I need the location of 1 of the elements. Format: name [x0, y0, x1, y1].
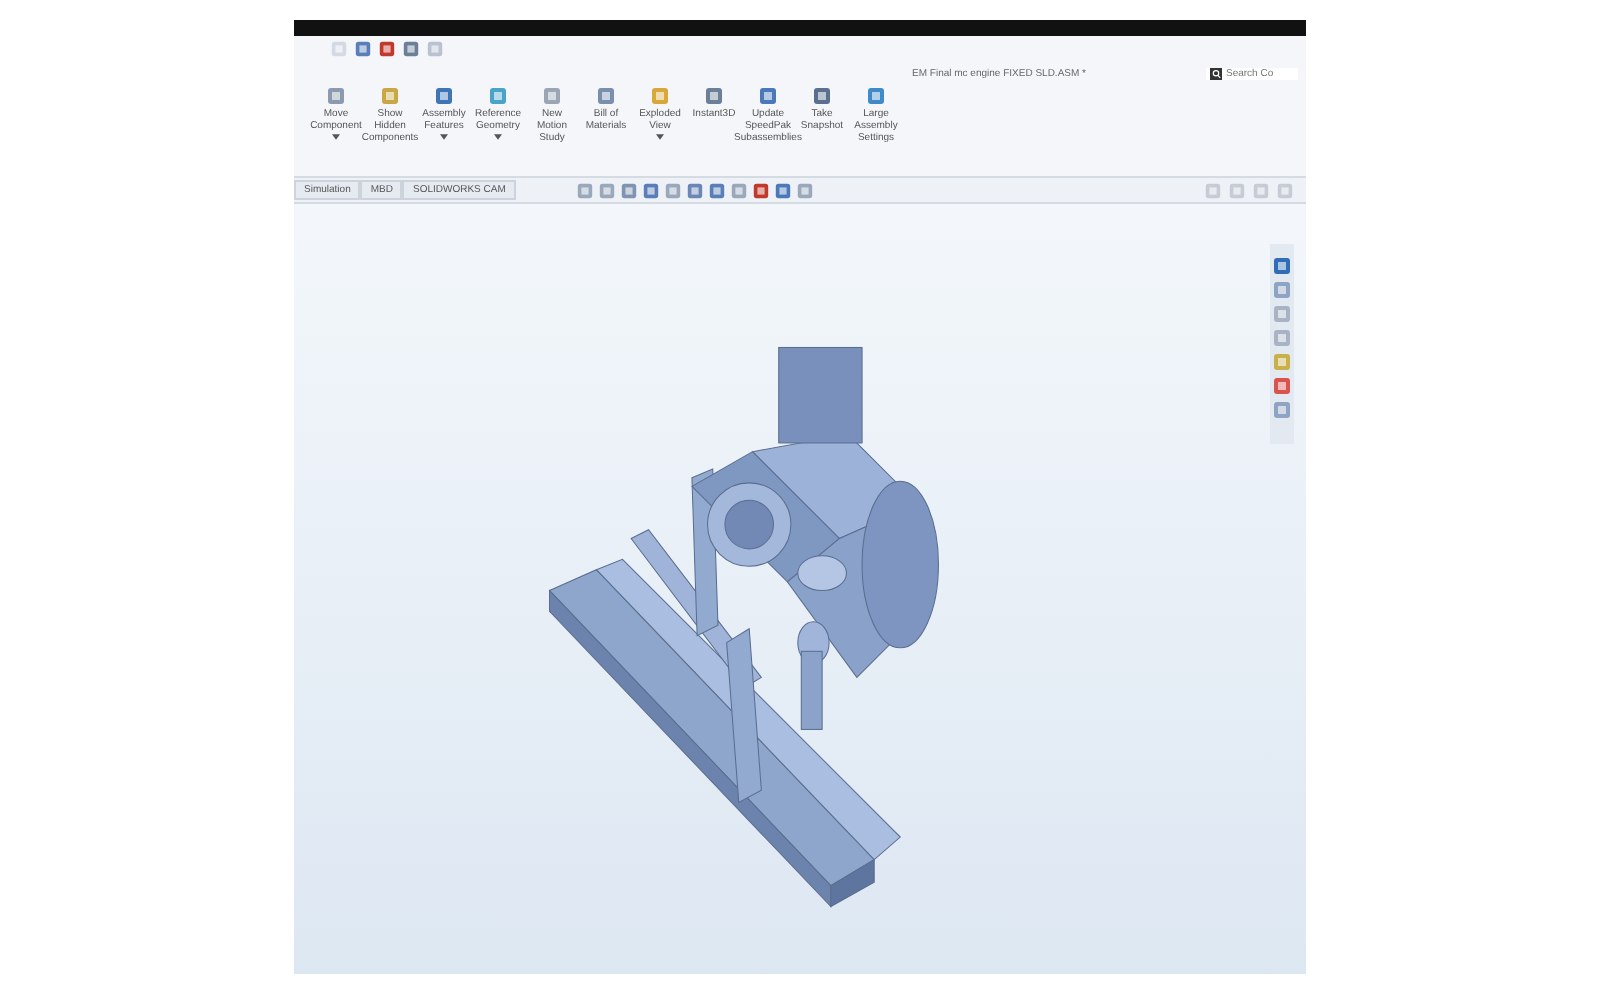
graphics-area[interactable]	[294, 204, 1306, 974]
